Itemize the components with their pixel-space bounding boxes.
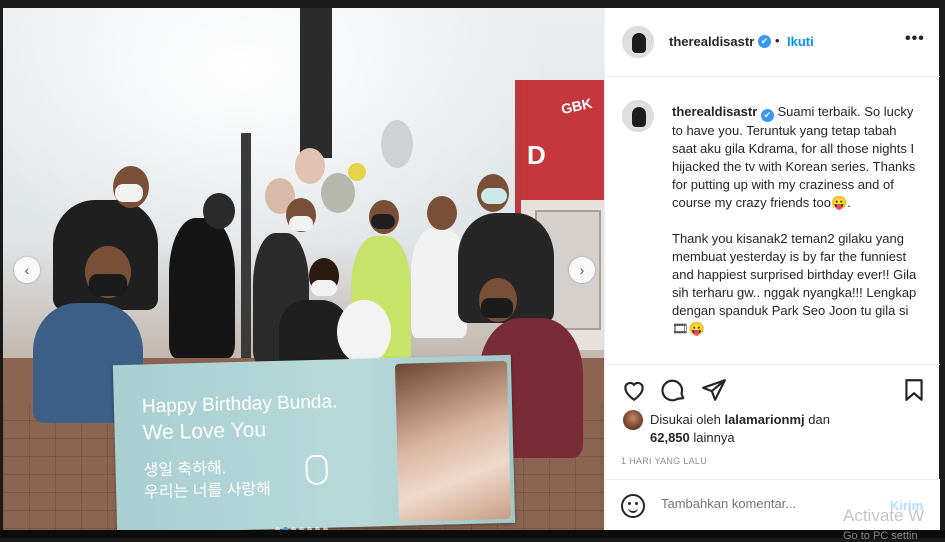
photo-mask <box>311 280 337 296</box>
carousel-next-button[interactable]: › <box>569 257 595 283</box>
photo-balloon <box>381 120 413 168</box>
caption-username[interactable]: therealdisastr <box>672 104 757 119</box>
activation-watermark: Activate W <box>843 506 925 525</box>
photo-mask <box>371 214 395 229</box>
banner-portrait <box>394 360 512 522</box>
post-photo[interactable]: GBK D Happy Birthday Bunda. We Love You … <box>3 8 604 530</box>
likes-mid: dan <box>808 412 830 427</box>
caption-paragraph-2: Thank you kisanak2 teman2 gilaku yang me… <box>672 231 917 336</box>
photo-balloon <box>348 163 366 181</box>
verified-badge-icon: ✔ <box>758 35 771 48</box>
banner-text-line1: Happy Birthday Bunda. <box>141 391 338 418</box>
follow-button[interactable]: Ikuti <box>787 34 814 49</box>
photo-lamp-post <box>241 133 251 363</box>
likes-suffix: lainnya <box>693 430 735 445</box>
photo-mask <box>289 216 313 231</box>
more-options-icon[interactable]: ••• <box>905 30 925 48</box>
photo-person-head <box>203 193 235 229</box>
liker-avatar[interactable] <box>623 410 643 430</box>
avatar[interactable] <box>622 26 654 58</box>
caption-avatar[interactable] <box>622 100 654 132</box>
bookmark-icon[interactable] <box>901 377 927 403</box>
post-header: therealdisastr ✔ • Ikuti ••• <box>605 8 940 77</box>
photo-person <box>169 218 235 358</box>
caption-section: therealdisastr ✔ Suami terbaik. So lucky… <box>605 78 940 364</box>
photo-mask <box>89 274 127 296</box>
photo-birthday-banner: Happy Birthday Bunda. We Love You 생일 축하해… <box>112 354 516 530</box>
caption-paragraph-1: Suami terbaik. So lucky to have you. Ter… <box>672 104 916 210</box>
banner-text-line2: We Love You <box>142 418 267 445</box>
carousel-prev-button[interactable]: ‹ <box>14 257 40 283</box>
photo-dog <box>337 300 391 364</box>
background-strip <box>0 530 945 538</box>
header-username[interactable]: therealdisastr <box>669 34 754 49</box>
post-timestamp[interactable]: 1 HARI YANG LALU <box>621 456 707 466</box>
photo-balloon <box>295 148 325 184</box>
photo-person-head <box>427 196 457 230</box>
likes-summary: Disukai oleh lalamarionmj dan 62,850 lai… <box>650 411 830 447</box>
share-icon[interactable] <box>701 377 727 403</box>
photo-mask <box>481 298 513 318</box>
banner-korean-line2: 우리는 너를 사랑해 <box>144 481 272 502</box>
likes-user-link[interactable]: lalamarionmj <box>724 412 804 427</box>
post-modal: GBK D Happy Birthday Bunda. We Love You … <box>0 0 945 542</box>
likes-prefix: Disukai oleh <box>650 412 721 427</box>
verified-badge-icon: ✔ <box>760 109 774 122</box>
post-side-panel: therealdisastr ✔ • Ikuti ••• therealdisa… <box>604 8 940 531</box>
activation-watermark-sub: Go to PC settin <box>843 530 918 542</box>
photo-balloon <box>321 173 355 213</box>
finger-heart-icon <box>305 454 329 486</box>
photo-mask <box>115 184 143 202</box>
post-actions: Disukai oleh lalamarionmj dan 62,850 lai… <box>605 364 940 531</box>
photo-pole <box>300 8 332 158</box>
follow-separator: • <box>775 33 780 48</box>
caption-text: therealdisastr ✔ Suami terbaik. So lucky… <box>672 103 917 356</box>
emoji-icon[interactable] <box>621 494 645 518</box>
comment-input[interactable] <box>661 496 871 511</box>
carousel-dots <box>275 519 345 530</box>
comment-icon[interactable] <box>661 377 687 403</box>
photo-mask <box>481 188 507 204</box>
likes-count-link[interactable]: 62,850 <box>650 430 690 445</box>
sign-letter: D <box>527 140 546 170</box>
heart-icon[interactable] <box>621 377 647 403</box>
